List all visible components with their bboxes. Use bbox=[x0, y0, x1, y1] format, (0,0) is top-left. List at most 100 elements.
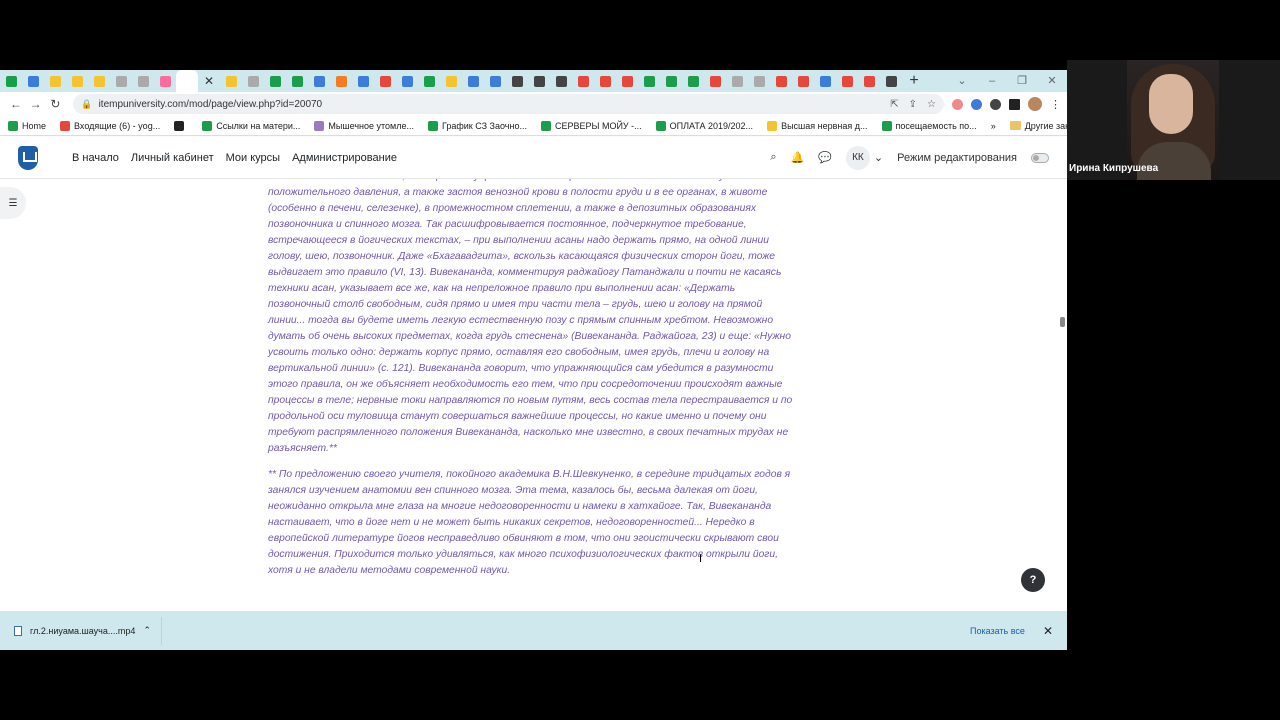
browser-tab[interactable] bbox=[396, 70, 418, 92]
browser-tab[interactable] bbox=[704, 70, 726, 92]
browser-tab[interactable] bbox=[418, 70, 440, 92]
nav-my-courses[interactable]: Мои курсы bbox=[226, 152, 280, 164]
site-logo[interactable] bbox=[18, 145, 38, 170]
tab-favicon-icon bbox=[93, 75, 105, 87]
help-button[interactable]: ? bbox=[1021, 568, 1045, 592]
bookmark-icon bbox=[8, 120, 18, 131]
extension-icon[interactable] bbox=[971, 98, 982, 110]
browser-tab[interactable] bbox=[792, 70, 814, 92]
browser-tab[interactable] bbox=[748, 70, 770, 92]
browser-tab[interactable] bbox=[66, 70, 88, 92]
tab-favicon-icon bbox=[335, 75, 347, 87]
lock-icon[interactable]: 🔒 bbox=[81, 99, 92, 110]
new-tab-button[interactable]: + bbox=[902, 70, 926, 92]
tab-favicon-icon bbox=[665, 75, 677, 87]
open-in-app-icon[interactable]: ⇱ bbox=[890, 99, 898, 110]
nav-administration[interactable]: Администрирование bbox=[292, 152, 397, 164]
restore-icon[interactable]: ❐ bbox=[1007, 70, 1037, 92]
browser-tab[interactable] bbox=[638, 70, 660, 92]
edit-mode-toggle[interactable] bbox=[1031, 152, 1049, 163]
tab-favicon-icon bbox=[885, 75, 897, 87]
browser-toolbar: ← → ↻ 🔒 itempuniversity.com/mod/page/vie… bbox=[0, 92, 1067, 116]
browser-tab[interactable] bbox=[440, 70, 462, 92]
browser-tab[interactable] bbox=[286, 70, 308, 92]
browser-tab[interactable] bbox=[88, 70, 110, 92]
chevron-down-icon[interactable]: ⌄ bbox=[947, 70, 977, 92]
bookmark-item[interactable]: Ссылки на матери... bbox=[202, 120, 300, 131]
bookmark-item[interactable]: Высшая нервная д... bbox=[767, 120, 868, 131]
scrollbar-thumb[interactable] bbox=[1060, 317, 1065, 327]
browser-tab[interactable] bbox=[220, 70, 242, 92]
other-bookmarks[interactable]: Другие закладки bbox=[1009, 121, 1067, 131]
close-icon[interactable]: ✕ bbox=[1037, 70, 1067, 92]
browser-tab[interactable] bbox=[616, 70, 638, 92]
browser-tab[interactable] bbox=[770, 70, 792, 92]
chevron-up-icon[interactable]: ⌃ bbox=[143, 625, 151, 636]
bookmark-item[interactable]: Home bbox=[8, 120, 46, 131]
forward-icon[interactable]: → bbox=[26, 97, 46, 111]
browser-tab[interactable] bbox=[726, 70, 748, 92]
browser-tab[interactable] bbox=[528, 70, 550, 92]
bookmark-item[interactable]: посещаемость по... bbox=[881, 120, 977, 131]
browser-tab[interactable] bbox=[572, 70, 594, 92]
nav-dashboard[interactable]: Личный кабинет bbox=[131, 152, 214, 164]
bookmark-item[interactable]: Мышечное утомле... bbox=[314, 120, 414, 131]
user-menu[interactable]: КК ⌄ bbox=[845, 145, 883, 170]
browser-tab[interactable] bbox=[110, 70, 132, 92]
menu-kebab-icon[interactable]: ⋮ bbox=[1050, 98, 1061, 111]
profile-avatar[interactable] bbox=[1028, 97, 1042, 111]
browser-tab[interactable] bbox=[242, 70, 264, 92]
course-index-toggle[interactable]: ☰ bbox=[0, 187, 26, 219]
bell-icon[interactable]: 🔔 bbox=[791, 151, 805, 164]
browser-tab[interactable] bbox=[836, 70, 858, 92]
share-icon[interactable]: ⇪ bbox=[909, 99, 917, 110]
back-icon[interactable]: ← bbox=[6, 97, 26, 111]
browser-tab[interactable] bbox=[506, 70, 528, 92]
reload-icon[interactable]: ↻ bbox=[46, 97, 66, 111]
browser-tab[interactable] bbox=[462, 70, 484, 92]
browser-tab[interactable] bbox=[660, 70, 682, 92]
bookmark-item[interactable]: Входящие (6) - yog... bbox=[60, 120, 160, 131]
browser-tab[interactable] bbox=[44, 70, 66, 92]
nav-home[interactable]: В начало bbox=[72, 152, 119, 164]
browser-tab[interactable] bbox=[374, 70, 396, 92]
show-all-downloads-link[interactable]: Показать все bbox=[970, 626, 1025, 636]
bookmarks-overflow-button[interactable]: » bbox=[991, 121, 996, 131]
download-item[interactable]: гл.2.ниyама.шауча....mp4 ⌃ bbox=[14, 616, 162, 645]
message-icon[interactable]: 💬 bbox=[818, 151, 832, 164]
browser-tab[interactable] bbox=[308, 70, 330, 92]
search-icon[interactable]: ⌕ bbox=[770, 151, 776, 164]
browser-tab[interactable] bbox=[814, 70, 836, 92]
bookmark-item[interactable]: ОПЛАТА 2019/202... bbox=[655, 120, 753, 131]
browser-tab[interactable] bbox=[132, 70, 154, 92]
tab-favicon-icon bbox=[555, 75, 567, 87]
browser-tab[interactable] bbox=[176, 70, 198, 92]
browser-tab[interactable] bbox=[484, 70, 506, 92]
download-bar: гл.2.ниyама.шауча....mp4 ⌃ Показать все … bbox=[0, 611, 1067, 650]
tab-close-icon[interactable]: ✕ bbox=[198, 70, 220, 92]
sidebar-icon[interactable] bbox=[1009, 98, 1020, 110]
browser-tab[interactable] bbox=[550, 70, 572, 92]
bookmark-item[interactable]: СЕРВЕРЫ МОЙУ -... bbox=[540, 120, 642, 131]
extension-icon[interactable] bbox=[952, 98, 963, 110]
browser-tab[interactable] bbox=[352, 70, 374, 92]
bookmark-icon bbox=[767, 120, 778, 131]
browser-tab[interactable] bbox=[154, 70, 176, 92]
close-download-bar-button[interactable]: ✕ bbox=[1043, 624, 1053, 638]
browser-tab[interactable] bbox=[264, 70, 286, 92]
browser-tab[interactable] bbox=[0, 70, 22, 92]
browser-tab[interactable] bbox=[330, 70, 352, 92]
bookmark-item[interactable] bbox=[174, 120, 188, 131]
browser-tab[interactable] bbox=[22, 70, 44, 92]
browser-tab[interactable] bbox=[880, 70, 902, 92]
tab-strip: ✕ + ⌄ – ❐ ✕ bbox=[0, 70, 1067, 92]
bookmark-star-icon[interactable]: ☆ bbox=[927, 99, 936, 110]
browser-tab[interactable] bbox=[682, 70, 704, 92]
minimize-icon[interactable]: – bbox=[977, 70, 1007, 92]
browser-tab[interactable] bbox=[594, 70, 616, 92]
puzzle-icon[interactable] bbox=[990, 98, 1001, 110]
screen: ✕ + ⌄ – ❐ ✕ ← → ↻ 🔒 itempuniversity.com/… bbox=[0, 0, 1280, 720]
address-bar[interactable]: 🔒 itempuniversity.com/mod/page/view.php?… bbox=[73, 94, 944, 114]
bookmark-item[interactable]: График СЗ Заочно... bbox=[427, 120, 527, 131]
browser-tab[interactable] bbox=[858, 70, 880, 92]
